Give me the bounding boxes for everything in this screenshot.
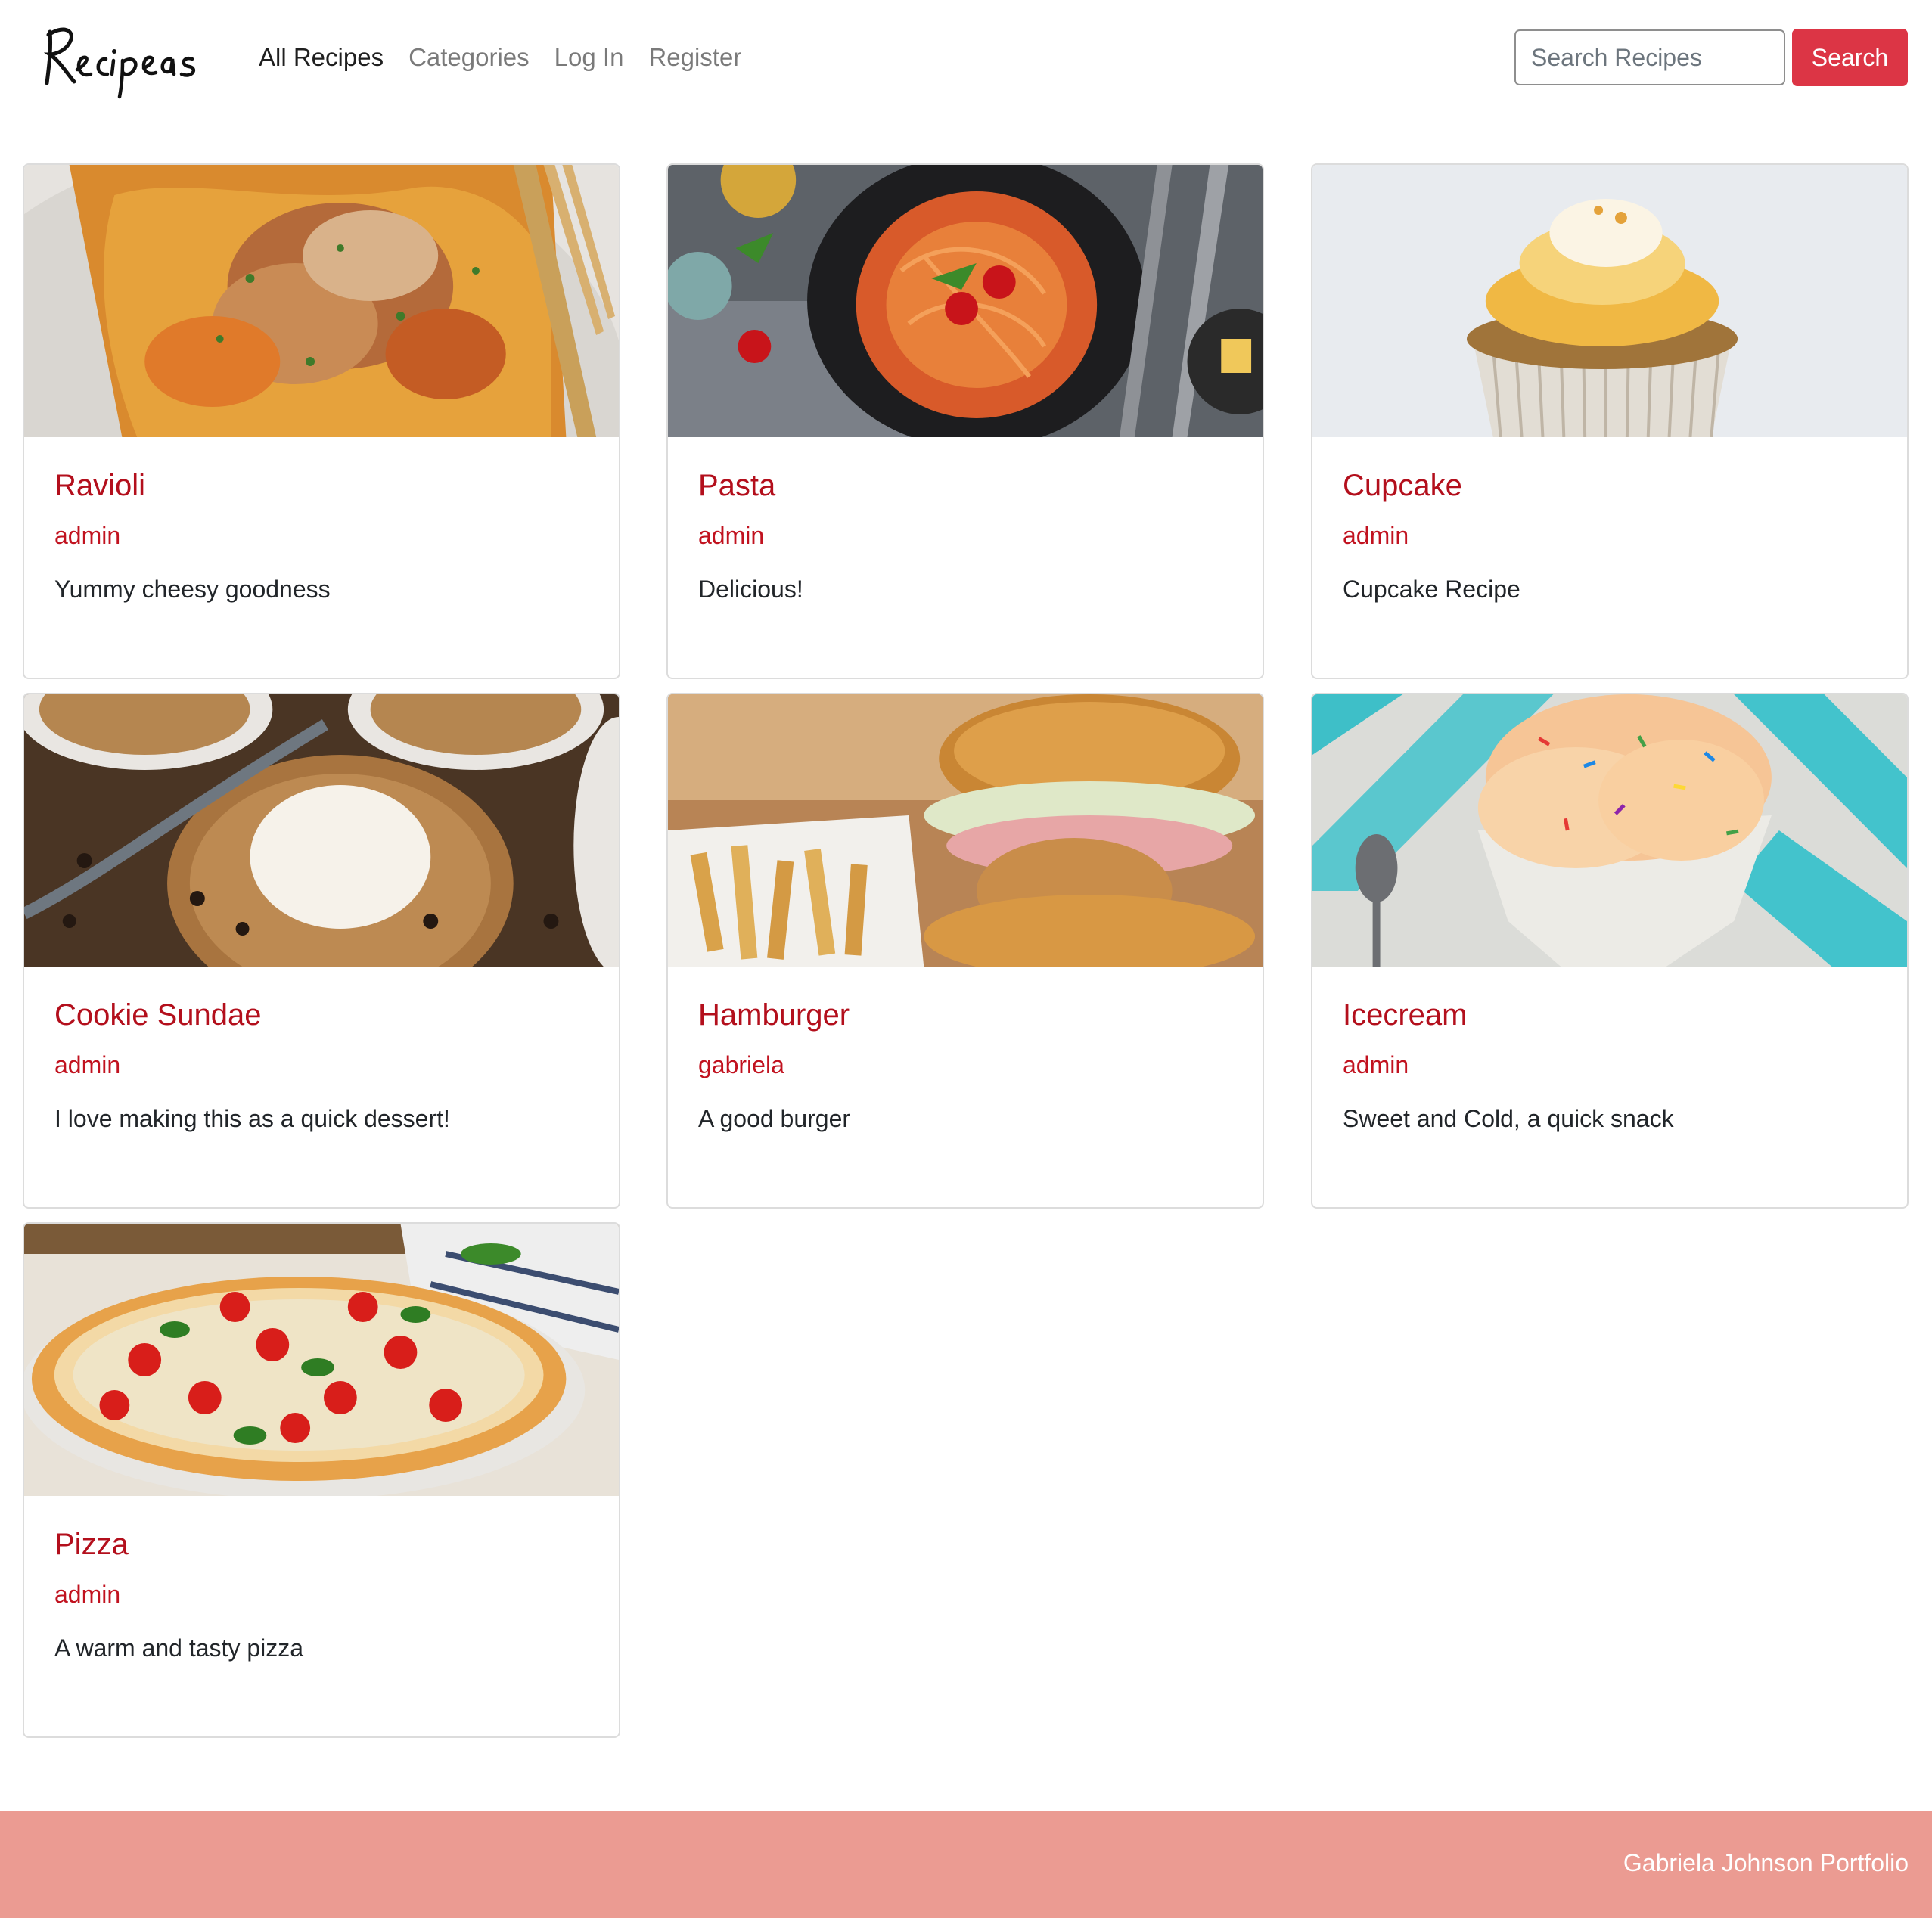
recipe-description: Sweet and Cold, a quick snack (1343, 1105, 1674, 1132)
recipe-card-ravioli[interactable]: Ravioli admin Yummy cheesy goodness (23, 163, 620, 679)
footer: Gabriela Johnson Portfolio (0, 1811, 1932, 1918)
recipe-image-hamburger (668, 694, 1263, 967)
nav-link-all-recipes[interactable]: All Recipes (259, 39, 384, 76)
recipe-author[interactable]: admin (698, 520, 764, 551)
search-button[interactable]: Search (1792, 29, 1908, 86)
recipe-description: A warm and tasty pizza (54, 1634, 304, 1662)
recipe-card-hamburger[interactable]: Hamburger gabriela A good burger (666, 693, 1264, 1209)
recipeas-logo-image (43, 27, 196, 99)
recipe-card-icecream[interactable]: Icecream admin Sweet and Cold, a quick s… (1311, 693, 1909, 1209)
recipe-image-icecream (1312, 694, 1907, 967)
recipe-author[interactable]: admin (1343, 1050, 1409, 1080)
nav-link-log-in[interactable]: Log In (554, 39, 624, 76)
nav-link-categories[interactable]: Categories (408, 39, 530, 76)
recipe-image-cookie-sundae (24, 694, 619, 967)
recipe-title[interactable]: Pizza (54, 1526, 129, 1563)
recipe-author[interactable]: admin (54, 1579, 120, 1609)
recipe-author[interactable]: admin (54, 1050, 120, 1080)
footer-text: Gabriela Johnson Portfolio (1623, 1849, 1909, 1876)
recipe-description: I love making this as a quick dessert! (54, 1105, 450, 1132)
nav-links: All Recipes Categories Log In Register (259, 39, 766, 76)
recipe-description: A good burger (698, 1105, 851, 1132)
recipe-card-pizza[interactable]: Pizza admin A warm and tasty pizza (23, 1222, 620, 1738)
recipe-author[interactable]: admin (54, 520, 120, 551)
recipe-image-ravioli (24, 165, 619, 437)
recipe-title[interactable]: Icecream (1343, 997, 1468, 1033)
recipe-author[interactable]: gabriela (698, 1050, 784, 1080)
navbar: All Recipes Categories Log In Register S… (0, 0, 1932, 116)
recipe-card-cupcake[interactable]: Cupcake admin Cupcake Recipe (1311, 163, 1909, 679)
recipe-title[interactable]: Cookie Sundae (54, 997, 262, 1033)
recipe-card-pasta[interactable]: Pasta admin Delicious! (666, 163, 1264, 679)
recipe-title[interactable]: Pasta (698, 467, 775, 504)
recipe-description: Cupcake Recipe (1343, 576, 1520, 603)
nav-link-register[interactable]: Register (648, 39, 741, 76)
brand-logo[interactable] (43, 17, 203, 100)
recipe-title[interactable]: Ravioli (54, 467, 145, 504)
recipe-description: Yummy cheesy goodness (54, 576, 331, 603)
recipe-author[interactable]: admin (1343, 520, 1409, 551)
recipe-image-cupcake (1312, 165, 1907, 437)
recipe-title[interactable]: Cupcake (1343, 467, 1462, 504)
recipe-card-cookie-sundae[interactable]: Cookie Sundae admin I love making this a… (23, 693, 620, 1209)
search-input[interactable] (1514, 29, 1785, 85)
recipe-image-pizza (24, 1224, 619, 1496)
recipe-description: Delicious! (698, 576, 803, 603)
recipe-title[interactable]: Hamburger (698, 997, 850, 1033)
recipe-image-pasta (668, 165, 1263, 437)
